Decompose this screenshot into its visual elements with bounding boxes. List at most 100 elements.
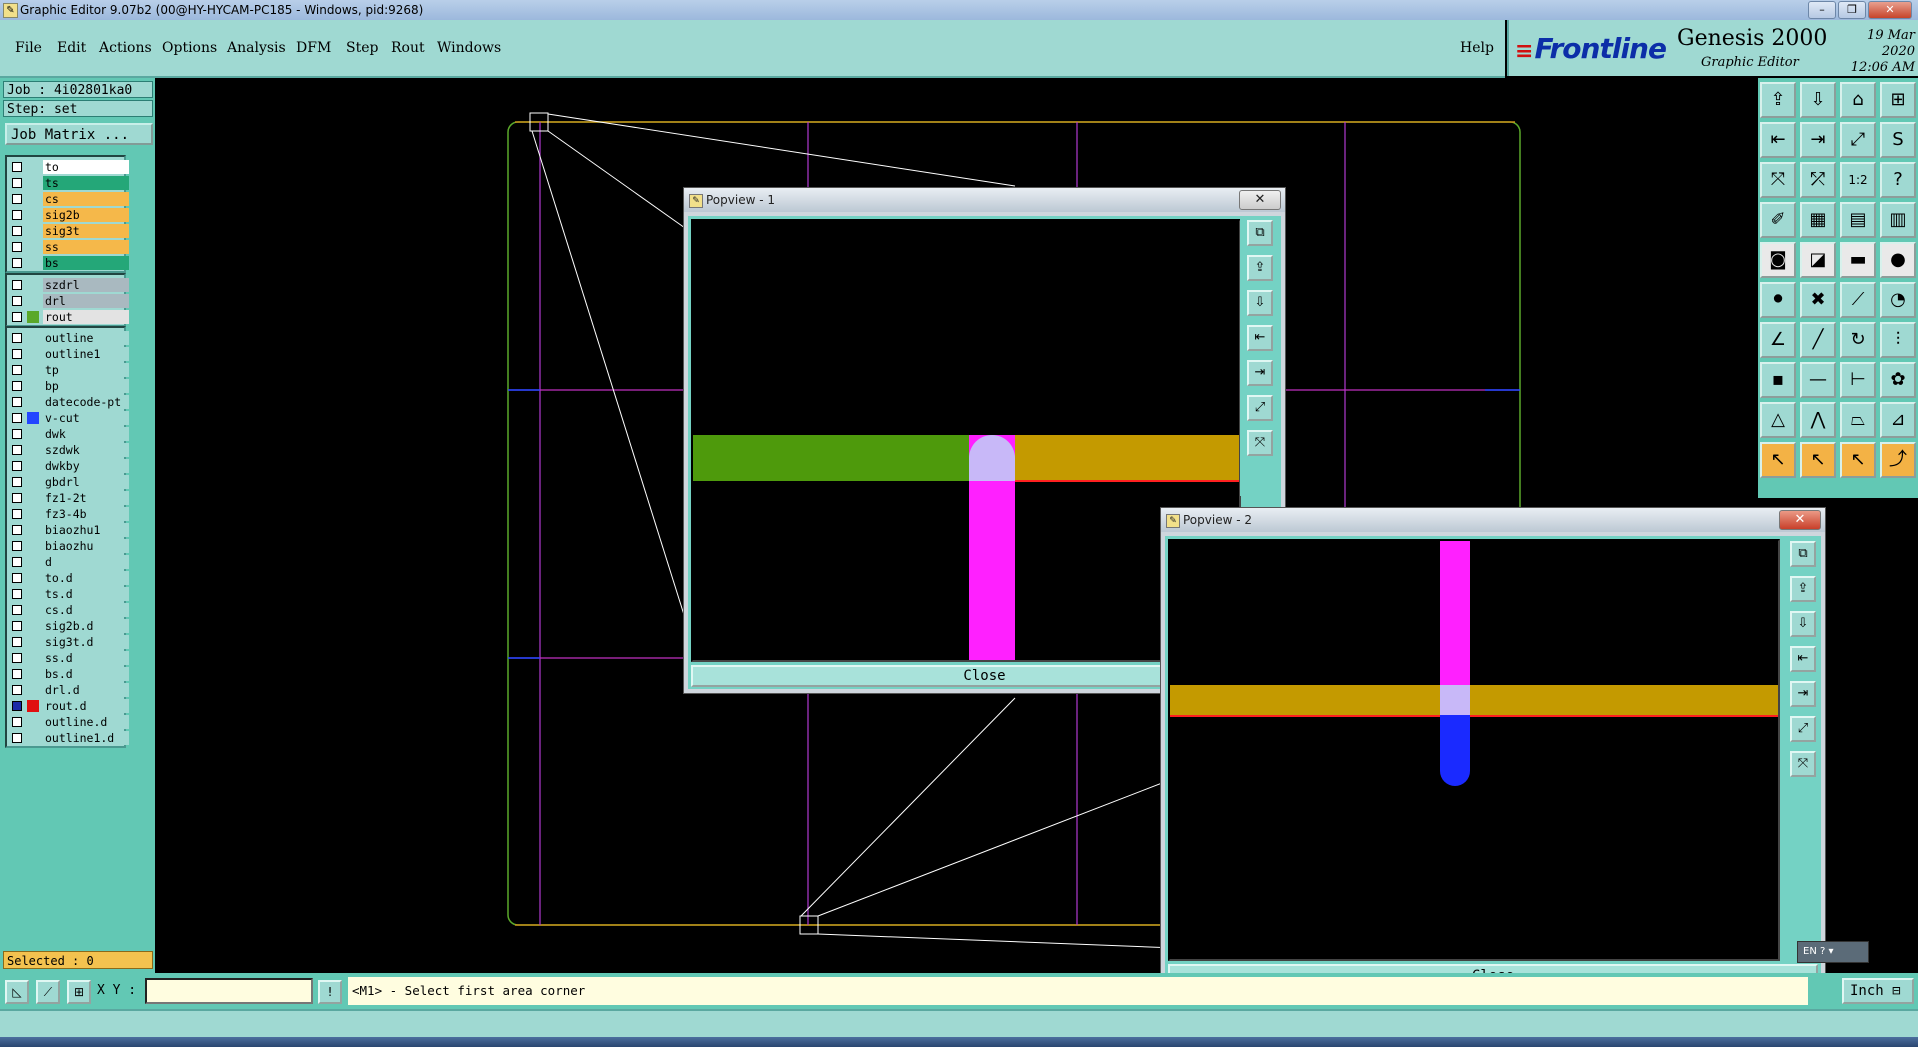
layer-name[interactable]: bs.d xyxy=(43,667,129,681)
layer-row[interactable]: to xyxy=(7,159,129,175)
measure-icon[interactable]: ✐ xyxy=(1760,202,1796,238)
layer-row[interactable]: biaozhu1 xyxy=(7,522,129,538)
cross-icon[interactable]: ✖ xyxy=(1800,282,1836,318)
menu-options[interactable]: Options xyxy=(162,40,217,56)
layer-row[interactable]: sig3t.d xyxy=(7,634,129,650)
layer-checkbox[interactable] xyxy=(12,653,22,663)
job-matrix-button[interactable]: Job Matrix ... xyxy=(5,123,153,145)
pad-icon[interactable]: ◙ xyxy=(1760,242,1796,278)
popview-copy-icon[interactable]: ⧉ xyxy=(1790,541,1816,567)
layer-name[interactable]: cs xyxy=(43,192,129,206)
layer-row[interactable]: fz3-4b xyxy=(7,506,129,522)
popview-right-icon[interactable]: ⇥ xyxy=(1790,681,1816,707)
restore-button[interactable]: ❐ xyxy=(1838,1,1866,19)
layer-checkbox[interactable] xyxy=(12,413,22,423)
layer-name[interactable]: outline.d xyxy=(43,715,129,729)
path-icon[interactable]: ⤴ xyxy=(1880,442,1916,478)
popview-1-close-x[interactable]: ✕ xyxy=(1239,190,1281,210)
blob-icon[interactable]: ✿ xyxy=(1880,362,1916,398)
layer-name[interactable]: biaozhu xyxy=(43,539,129,553)
layer-name[interactable]: rout xyxy=(43,310,129,324)
layer-row[interactable]: cs xyxy=(7,191,129,207)
layer-row[interactable]: ts xyxy=(7,175,129,191)
layer-checkbox[interactable] xyxy=(12,280,22,290)
layer-row[interactable]: gbdrl xyxy=(7,474,129,490)
layer-checkbox[interactable] xyxy=(12,477,22,487)
layer-checkbox[interactable] xyxy=(12,365,22,375)
layer-row[interactable]: drl.d xyxy=(7,682,129,698)
ratio-icon[interactable]: 1:2 xyxy=(1840,162,1876,198)
layer-checkbox[interactable] xyxy=(12,429,22,439)
layer-row[interactable]: biaozhu xyxy=(7,538,129,554)
popview-right-icon[interactable]: ⇥ xyxy=(1247,360,1273,386)
layer-row[interactable]: szdwk xyxy=(7,442,129,458)
layer-checkbox[interactable] xyxy=(12,509,22,519)
layer-name[interactable]: sig3t xyxy=(43,224,129,238)
layer-row[interactable]: ts.d xyxy=(7,586,129,602)
layer-row[interactable]: datecode-pt xyxy=(7,394,129,410)
layer-row[interactable]: bs xyxy=(7,255,129,271)
arc-icon[interactable]: ◔ xyxy=(1880,282,1916,318)
layer-checkbox[interactable] xyxy=(12,701,22,711)
layer-name[interactable]: bs xyxy=(43,256,129,270)
layer-name[interactable]: to xyxy=(43,160,129,174)
popview-fit-icon[interactable]: ⤧ xyxy=(1247,430,1273,456)
in-icon[interactable]: ⇤ xyxy=(1760,122,1796,158)
popview-down-icon[interactable]: ⇩ xyxy=(1790,611,1816,637)
layer-row[interactable]: outline1 xyxy=(7,346,129,362)
node-icon[interactable]: ⚫ xyxy=(1760,282,1796,318)
layer-checkbox[interactable] xyxy=(12,685,22,695)
layer-name[interactable]: sig2b.d xyxy=(43,619,129,633)
layer-checkbox[interactable] xyxy=(12,397,22,407)
layer-row[interactable]: sig2b xyxy=(7,207,129,223)
layer-checkbox[interactable] xyxy=(12,226,22,236)
layer-checkbox[interactable] xyxy=(12,242,22,252)
grid-icon[interactable]: ⊞ xyxy=(1880,82,1916,118)
menu-windows[interactable]: Windows xyxy=(437,40,501,56)
circle-icon[interactable]: ● xyxy=(1880,242,1916,278)
layer-row[interactable]: szdrl xyxy=(7,277,129,293)
help-icon[interactable]: ? xyxy=(1880,162,1916,198)
link-icon[interactable]: ⟋ xyxy=(1840,282,1876,318)
close-button[interactable]: ✕ xyxy=(1868,1,1912,19)
layer-name[interactable]: v-cut xyxy=(43,411,129,425)
rotate-icon[interactable]: ◪ xyxy=(1800,242,1836,278)
layer-row[interactable]: outline1.d xyxy=(7,730,129,746)
layer-checkbox[interactable] xyxy=(12,557,22,567)
menu-edit[interactable]: Edit xyxy=(57,40,86,56)
menu-rout[interactable]: Rout xyxy=(391,40,425,56)
span-icon[interactable]: ⊢ xyxy=(1840,362,1876,398)
layer-name[interactable]: to.d xyxy=(43,571,129,585)
layer-checkbox[interactable] xyxy=(12,669,22,679)
layer-checkbox[interactable] xyxy=(12,312,22,322)
layer-row[interactable]: dwk xyxy=(7,426,129,442)
popview-zoom-icon[interactable]: ⤢ xyxy=(1247,395,1273,421)
layer-name[interactable]: datecode-pt xyxy=(43,395,129,409)
layer-checkbox[interactable] xyxy=(12,637,22,647)
snap-mode-icon[interactable]: ◺ xyxy=(5,980,29,1004)
popview-down-icon[interactable]: ⇩ xyxy=(1247,290,1273,316)
layer-name[interactable]: ss.d xyxy=(43,651,129,665)
popview-2-canvas[interactable] xyxy=(1168,539,1780,961)
layer-checkbox[interactable] xyxy=(12,333,22,343)
layer-name[interactable]: bp xyxy=(43,379,129,393)
layer-name[interactable]: fz3-4b xyxy=(43,507,129,521)
layer-name[interactable]: szdwk xyxy=(43,443,129,457)
popview-left-icon[interactable]: ⇤ xyxy=(1247,325,1273,351)
trapezoid-icon[interactable]: ⏢ xyxy=(1840,402,1876,438)
layer-checkbox[interactable] xyxy=(12,210,22,220)
layer-row[interactable]: sig3t xyxy=(7,223,129,239)
layer-name[interactable]: outline1.d xyxy=(43,731,129,745)
select-icon[interactable]: ↖ xyxy=(1800,442,1836,478)
layer-name[interactable]: drl xyxy=(43,294,129,308)
layer-row[interactable]: cs.d xyxy=(7,602,129,618)
layer-checkbox[interactable] xyxy=(12,296,22,306)
fit-icon[interactable]: ⤧ xyxy=(1760,162,1796,198)
layer-name[interactable]: outline xyxy=(43,331,129,345)
layer-checkbox[interactable] xyxy=(12,178,22,188)
menu-analysis[interactable]: Analysis xyxy=(227,40,286,56)
layer-row[interactable]: bp xyxy=(7,378,129,394)
rotate-cw-icon[interactable]: ↻ xyxy=(1840,322,1876,358)
triangle-icon[interactable]: △ xyxy=(1760,402,1796,438)
layer-checkbox[interactable] xyxy=(12,493,22,503)
